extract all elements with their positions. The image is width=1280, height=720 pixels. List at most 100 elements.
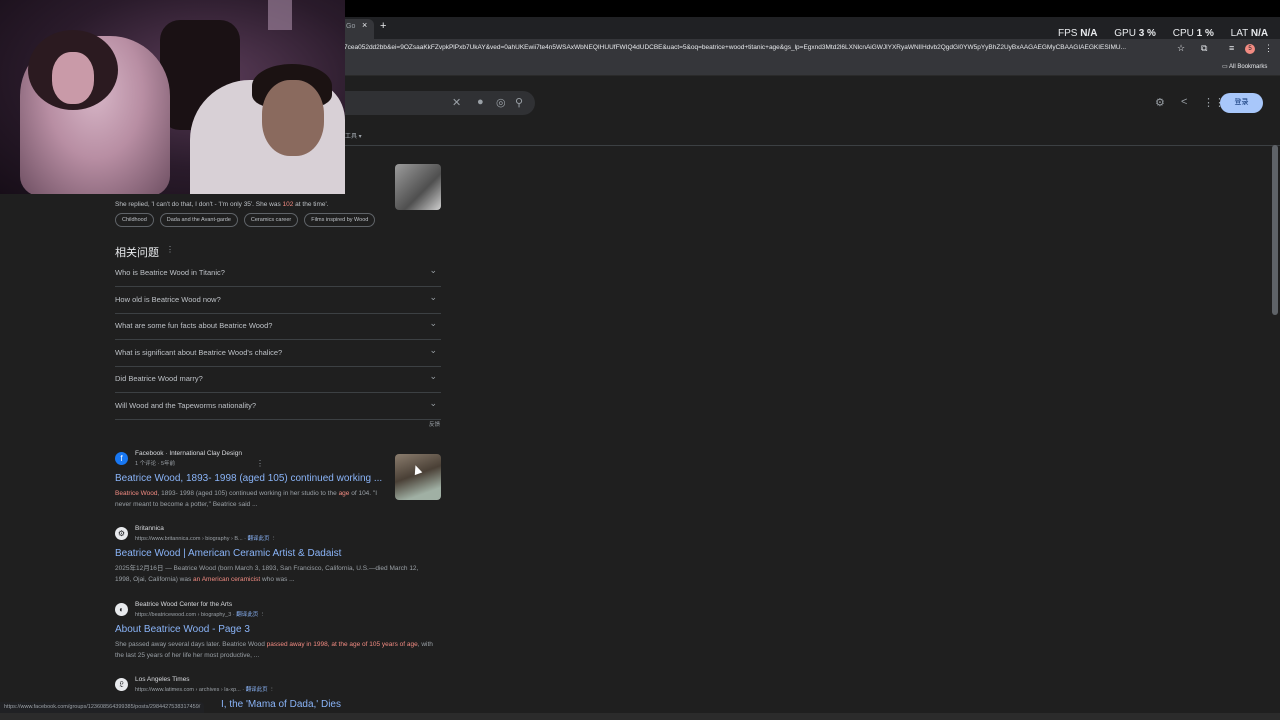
- snippet-thumbnail[interactable]: [395, 164, 441, 210]
- translate-link[interactable]: 翻译此页: [236, 612, 258, 618]
- result-snippet: Beatrice Wood, 1893- 1998 (aged 105) con…: [115, 488, 385, 510]
- chevron-down-icon: ⌄: [429, 265, 437, 275]
- result-url: https://www.britannica.com › biography ›…: [135, 536, 243, 542]
- clear-icon[interactable]: ✕: [452, 96, 461, 109]
- latimes-icon: 𝔏: [115, 678, 128, 691]
- result-options-icon[interactable]: ⋮: [256, 459, 264, 468]
- result-title[interactable]: Beatrice Wood, 1893- 1998 (aged 105) con…: [115, 473, 382, 484]
- paa-heading: 相关问题: [115, 247, 159, 259]
- result-url: https://beatricewood.com › biography_3: [135, 612, 232, 618]
- beatricewood-icon: ◐: [115, 603, 128, 616]
- profile-avatar-icon[interactable]: 5: [1245, 44, 1255, 54]
- chip-films[interactable]: Films inspired by Wood: [304, 213, 376, 227]
- webcam-overlay: [0, 0, 345, 194]
- snippet-text-b: at the time'.: [293, 201, 329, 208]
- result-source[interactable]: Beatrice Wood Center for the Arts: [135, 601, 232, 608]
- taskbar: [0, 713, 1280, 720]
- lat-value: N/A: [1250, 28, 1269, 39]
- cpu-label: CPU: [1172, 28, 1194, 39]
- result-url: https://www.latimes.com › archives › la-…: [135, 687, 241, 693]
- paa-item[interactable]: Who is Beatrice Wood in Titanic? ⌄: [115, 260, 441, 287]
- menu-dots-icon[interactable]: ⋮: [1264, 43, 1273, 54]
- paa-item[interactable]: How old is Beatrice Wood now? ⌄: [115, 287, 441, 314]
- webcam-person-left-face: [52, 52, 94, 104]
- tools-dropdown[interactable]: 工具 ▾: [345, 131, 362, 140]
- chevron-down-icon: ⌄: [429, 292, 437, 302]
- gpu-label: GPU: [1114, 28, 1136, 39]
- all-bookmarks-label: All Bookmarks: [1229, 64, 1268, 70]
- all-bookmarks[interactable]: ▭ All Bookmarks: [1222, 63, 1267, 70]
- paa-question: What are some fun facts about Beatrice W…: [115, 321, 273, 330]
- result-snippet: She passed away several days later. Beat…: [115, 639, 435, 661]
- extension-icon[interactable]: ⧉: [1201, 43, 1207, 54]
- paa-question: Who is Beatrice Wood in Titanic?: [115, 268, 225, 277]
- sign-in-button[interactable]: 登录: [1220, 93, 1263, 113]
- paa-item[interactable]: Will Wood and the Tapeworms nationality?…: [115, 393, 441, 420]
- result-thumbnail[interactable]: [395, 454, 441, 500]
- translate-link[interactable]: 翻译此页: [248, 536, 270, 542]
- result-source[interactable]: Britannica: [135, 525, 164, 532]
- result-source[interactable]: Los Angeles Times: [135, 676, 190, 683]
- webcam-person-right-face: [262, 80, 324, 156]
- chip-childhood[interactable]: Childhood: [115, 213, 154, 227]
- result-snippet-highlight: Beatrice Wood: [115, 490, 158, 497]
- webcam-wall-light: [268, 0, 292, 30]
- facebook-icon: f: [115, 452, 128, 465]
- paa-item[interactable]: What are some fun facts about Beatrice W…: [115, 313, 441, 340]
- search-input[interactable]: [345, 91, 535, 115]
- paa-item[interactable]: What is significant about Beatrice Wood'…: [115, 340, 441, 367]
- page-scrollbar[interactable]: [1272, 145, 1278, 315]
- settings-gear-icon[interactable]: ⚙: [1155, 96, 1165, 109]
- result-meta: 1 个评论 · 5年前: [135, 461, 176, 467]
- result-snippet-text: , 1893- 1998 (aged 105) continued workin…: [157, 490, 339, 497]
- result-title[interactable]: I, the 'Mama of Dada,' Dies: [221, 699, 341, 710]
- featured-snippet-text: She replied, 'I can't do that, I don't -…: [115, 201, 329, 208]
- paa-question: Will Wood and the Tapeworms nationality?: [115, 401, 257, 410]
- lens-icon[interactable]: ◎: [496, 96, 506, 109]
- search-icon[interactable]: ⚲: [515, 96, 523, 109]
- chip-dada[interactable]: Dada and the Avant-garde: [159, 213, 238, 227]
- result-title[interactable]: About Beatrice Wood - Page 3: [115, 624, 250, 635]
- result-meta: https://www.britannica.com › biography ›…: [135, 536, 277, 542]
- paa-question: How old is Beatrice Wood now?: [115, 295, 221, 304]
- mic-icon[interactable]: ●: [477, 96, 484, 108]
- feedback-link[interactable]: 反馈: [429, 420, 440, 428]
- chevron-down-icon: ⌄: [429, 371, 437, 381]
- chip-ceramics[interactable]: Ceramics career: [243, 213, 299, 227]
- cpu-value: 1 %: [1196, 28, 1214, 39]
- paa-more-icon[interactable]: ⋮: [166, 245, 174, 254]
- result-meta: https://beatricewood.com › biography_3 ·…: [135, 612, 266, 618]
- status-bar-url: https://www.facebook.com/groups/12360856…: [0, 702, 205, 713]
- topic-chips: Childhood Dada and the Avant-garde Ceram…: [115, 213, 376, 227]
- result-snippet-highlight: age: [338, 490, 350, 497]
- result-snippet: 2025年12月16日 — Beatrice Wood (born March …: [115, 563, 435, 585]
- fps-label: FPS: [1058, 28, 1078, 39]
- result-meta: https://www.latimes.com › archives › la-…: [135, 687, 275, 693]
- fps-value: N/A: [1080, 28, 1098, 39]
- share-icon[interactable]: <: [1181, 96, 1187, 108]
- paa-question: Did Beatrice Wood marry?: [115, 374, 203, 383]
- performance-overlay: FPS N/A GPU 3 % CPU 1 % LAT N/A: [1058, 28, 1280, 39]
- lat-label: LAT: [1230, 28, 1249, 39]
- gpu-value: 3 %: [1138, 28, 1156, 39]
- result-snippet-highlight: passed away in 1998, at the age of 105 y…: [266, 641, 418, 648]
- britannica-icon: ⚙: [115, 527, 128, 540]
- new-tab-icon[interactable]: +: [380, 20, 386, 32]
- result-source[interactable]: Facebook · International Clay Design: [135, 450, 242, 457]
- chevron-down-icon: ⌄: [429, 398, 437, 408]
- playlist-icon[interactable]: ≡: [1229, 43, 1234, 53]
- paa-item[interactable]: Did Beatrice Wood marry? ⌄: [115, 366, 441, 393]
- snippet-text-a: She replied, 'I can't do that, I don't -…: [115, 201, 283, 208]
- result-title[interactable]: Beatrice Wood | American Ceramic Artist …: [115, 548, 341, 559]
- url-text[interactable]: 7cea052dd2bb&ei=9OZsaaKkFZvpkPlPxb7UkAY&…: [344, 44, 1170, 51]
- result-snippet-highlight: an American ceramicist: [193, 576, 261, 583]
- result-snippet-text: She passed away several days later. Beat…: [115, 641, 267, 648]
- tab-title: Go: [346, 23, 356, 30]
- chevron-down-icon: ⌄: [429, 345, 437, 355]
- chevron-down-icon: ⌄: [429, 318, 437, 328]
- translate-link[interactable]: 翻译此页: [246, 687, 268, 693]
- snippet-text-highlight: 102: [282, 201, 294, 208]
- result-snippet-text: who was ...: [260, 576, 295, 583]
- bookmark-star-icon[interactable]: ☆: [1177, 43, 1185, 54]
- tab-close-icon[interactable]: ×: [362, 20, 367, 30]
